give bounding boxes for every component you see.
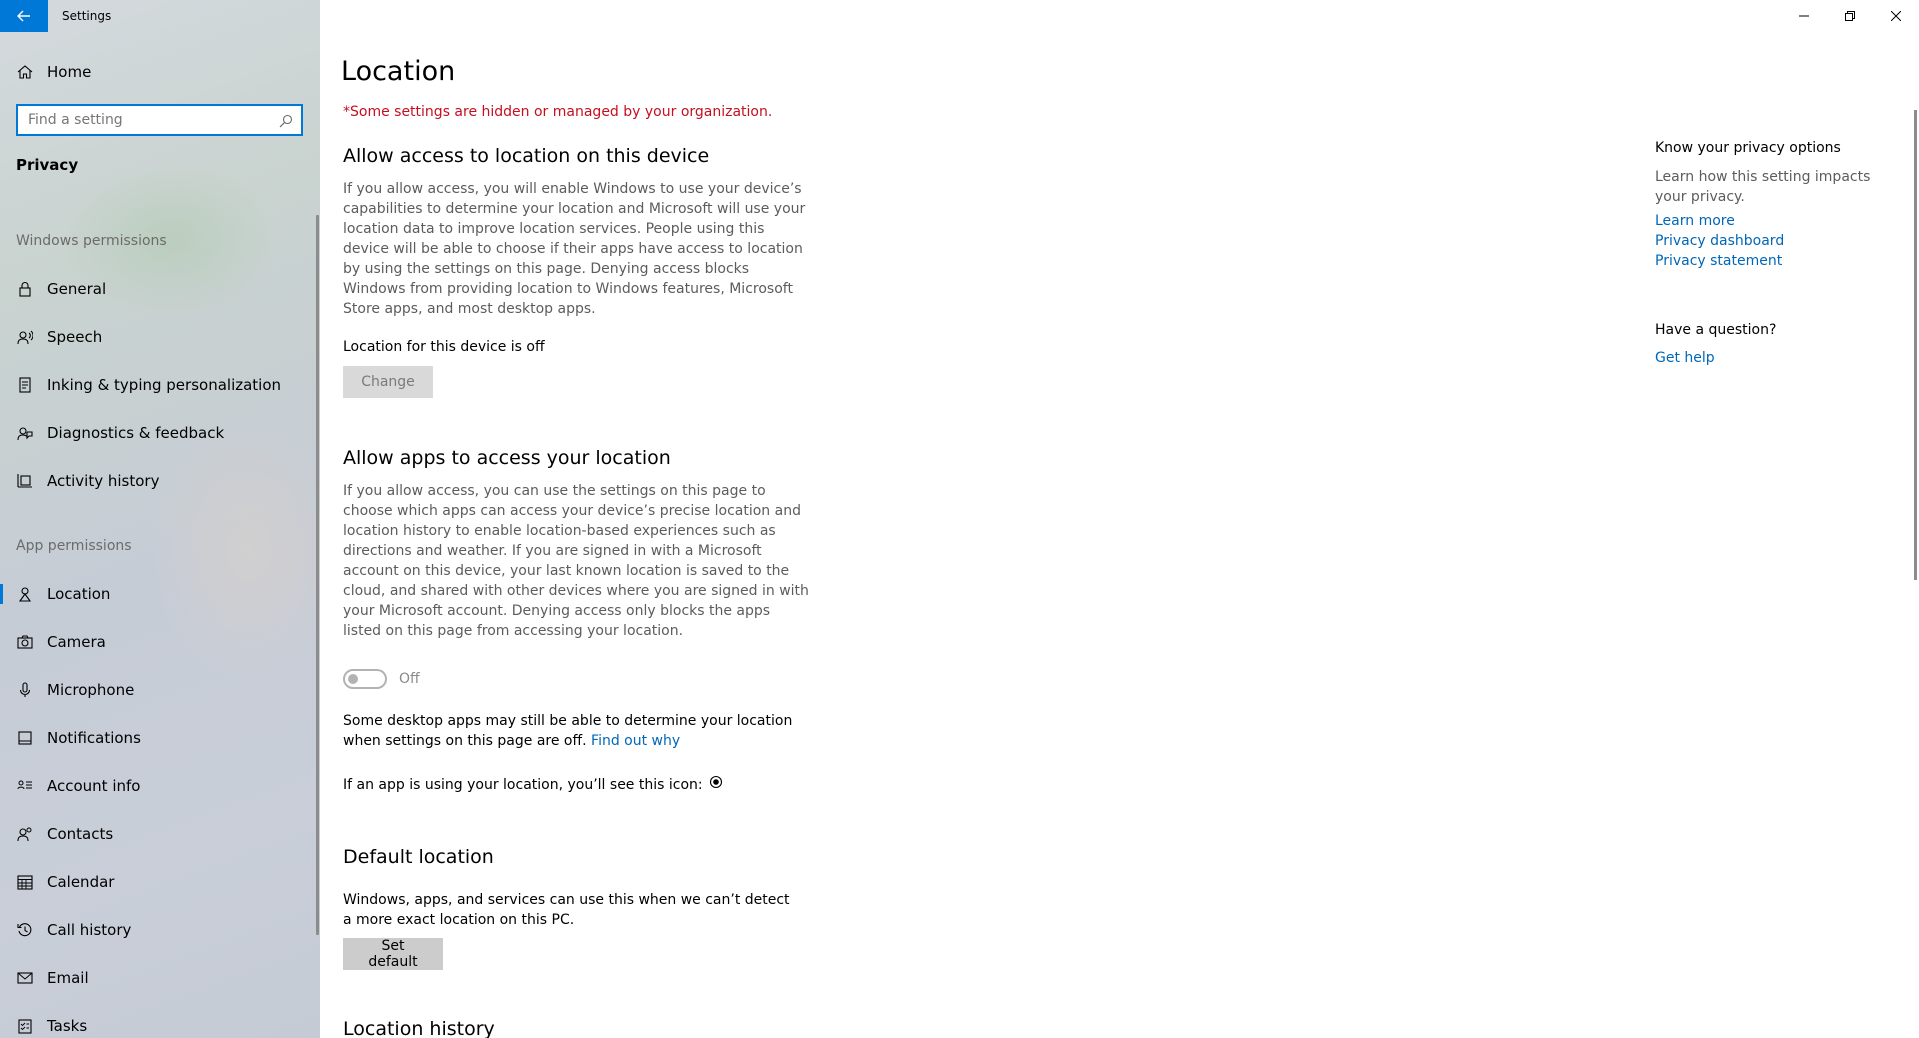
contacts-icon xyxy=(16,825,34,843)
sidebar-item-speech[interactable]: Speech xyxy=(0,317,320,357)
privacy-dashboard-link[interactable]: Privacy dashboard xyxy=(1655,233,1784,249)
device-location-status: Location for this device is off xyxy=(343,339,545,355)
search-icon[interactable] xyxy=(279,113,293,132)
speech-icon xyxy=(16,328,34,346)
sidebar-item-contacts[interactable]: Contacts xyxy=(0,814,320,854)
managed-notice: *Some settings are hidden or managed by … xyxy=(343,104,773,120)
set-default-button[interactable]: Set default xyxy=(343,938,443,970)
sidebar-item-label: General xyxy=(47,280,107,298)
sidebar-item-diagnostics[interactable]: Diagnostics & feedback xyxy=(0,413,320,453)
page-title: Location xyxy=(341,56,456,87)
sidebar-item-label: Notifications xyxy=(47,729,141,747)
learn-more-link[interactable]: Learn more xyxy=(1655,213,1735,229)
sidebar-item-label: Microphone xyxy=(47,681,135,699)
change-button[interactable]: Change xyxy=(343,366,433,398)
toggle-knob xyxy=(348,674,358,684)
device-access-heading: Allow access to location on this device xyxy=(343,145,710,167)
close-button[interactable] xyxy=(1873,0,1919,32)
toggle-state-label: Off xyxy=(399,671,420,687)
sidebar-item-tasks[interactable]: Tasks xyxy=(0,1006,320,1038)
sidebar-item-email[interactable]: Email xyxy=(0,958,320,998)
have-question-heading: Have a question? xyxy=(1655,322,1777,338)
sidebar-section-title: Privacy xyxy=(16,156,79,174)
notifications-icon xyxy=(16,729,34,747)
inking-icon xyxy=(16,376,34,394)
home-icon xyxy=(16,63,34,81)
location-history-heading: Location history xyxy=(343,1018,495,1038)
diagnostics-icon xyxy=(16,424,34,442)
location-icon xyxy=(16,585,34,603)
sidebar-item-label: Speech xyxy=(47,328,103,346)
sidebar-item-camera[interactable]: Camera xyxy=(0,622,320,662)
close-icon xyxy=(1891,11,1901,21)
default-location-heading: Default location xyxy=(343,846,494,868)
back-arrow-icon xyxy=(17,10,30,22)
sidebar-item-calendar[interactable]: Calendar xyxy=(0,862,320,902)
sidebar-item-account-info[interactable]: Account info xyxy=(0,766,320,806)
sidebar-item-microphone[interactable]: Microphone xyxy=(0,670,320,710)
call-history-icon xyxy=(16,921,34,939)
get-help-link[interactable]: Get help xyxy=(1655,350,1715,366)
sidebar-item-label: Account info xyxy=(47,777,141,795)
sidebar-item-location[interactable]: Location xyxy=(0,574,320,614)
apps-access-description: If you allow access, you can use the set… xyxy=(343,483,809,639)
default-location-description: Windows, apps, and services can use this… xyxy=(343,892,790,928)
sidebar-item-label: Contacts xyxy=(47,825,114,843)
desktop-apps-note: Some desktop apps may still be able to d… xyxy=(343,711,811,751)
sidebar-item-label: Calendar xyxy=(47,873,115,891)
sidebar-item-label: Activity history xyxy=(47,472,160,490)
device-access-description: If you allow access, you will enable Win… xyxy=(343,181,806,317)
privacy-statement-link[interactable]: Privacy statement xyxy=(1655,253,1782,269)
activity-history-icon xyxy=(16,472,34,490)
sidebar-item-inking[interactable]: Inking & typing personalization xyxy=(0,365,320,405)
apps-access-heading: Allow apps to access your location xyxy=(343,447,671,469)
search-input[interactable] xyxy=(18,106,268,134)
desktop-apps-note-text: Some desktop apps may still be able to d… xyxy=(343,713,793,749)
sidebar-item-activity-history[interactable]: Activity history xyxy=(0,461,320,501)
group-header-windows-permissions: Windows permissions xyxy=(16,233,167,249)
location-icon-note: If an app is using your location, you’ll… xyxy=(343,775,723,793)
location-toggle[interactable] xyxy=(343,669,387,689)
email-icon xyxy=(16,969,34,987)
sidebar-item-label: Diagnostics & feedback xyxy=(47,424,225,442)
restore-icon xyxy=(1845,11,1855,21)
main-content: Location *Some settings are hidden or ma… xyxy=(320,0,1919,1038)
minimize-button[interactable] xyxy=(1781,0,1827,32)
location-in-use-icon xyxy=(709,775,722,789)
window-controls xyxy=(1781,0,1919,32)
privacy-options-text: Learn how this setting impacts your priv… xyxy=(1655,169,1871,205)
sidebar-item-label: Call history xyxy=(47,921,132,939)
sidebar-item-notifications[interactable]: Notifications xyxy=(0,718,320,758)
group-header-app-permissions: App permissions xyxy=(16,538,132,554)
privacy-options-heading: Know your privacy options xyxy=(1655,140,1841,156)
minimize-icon xyxy=(1799,15,1809,17)
account-info-icon xyxy=(16,777,34,795)
calendar-icon xyxy=(16,873,34,891)
sidebar-item-call-history[interactable]: Call history xyxy=(0,910,320,950)
find-out-why-link[interactable]: Find out why xyxy=(591,733,680,749)
search-box[interactable] xyxy=(16,104,303,136)
sidebar-item-label: Tasks xyxy=(47,1017,88,1035)
microphone-icon xyxy=(16,681,34,699)
sidebar-item-general[interactable]: General xyxy=(0,269,320,309)
app-title: Settings xyxy=(62,9,112,23)
tasks-icon xyxy=(16,1017,34,1035)
lock-icon xyxy=(16,280,34,298)
sidebar-item-label: Email xyxy=(47,969,89,987)
camera-icon xyxy=(16,633,34,651)
restore-button[interactable] xyxy=(1827,0,1873,32)
main-scrollbar[interactable] xyxy=(1914,110,1917,580)
sidebar-item-label: Home xyxy=(47,63,92,81)
sidebar-item-label: Location xyxy=(47,585,111,603)
back-button[interactable] xyxy=(0,0,48,32)
sidebar-item-label: Inking & typing personalization xyxy=(47,376,282,394)
sidebar-item-home[interactable]: Home xyxy=(0,52,320,92)
location-icon-note-text: If an app is using your location, you’ll… xyxy=(343,777,703,793)
sidebar-item-label: Camera xyxy=(47,633,106,651)
titlebar-left: Settings xyxy=(0,0,320,32)
